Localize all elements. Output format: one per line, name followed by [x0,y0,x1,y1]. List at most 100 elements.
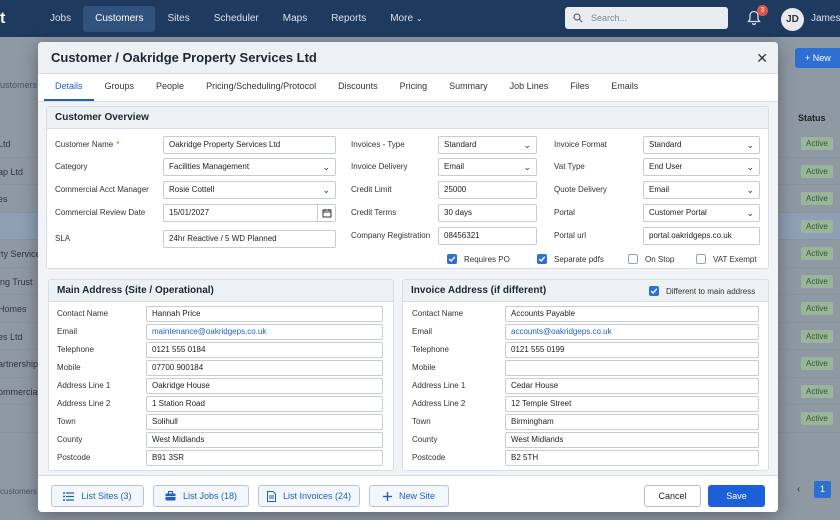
tab-people[interactable]: People [145,81,195,101]
invoice-telephone-label: Telephone [412,345,449,354]
avatar[interactable]: JD [781,8,804,31]
chevron-down-icon: ⌄ [523,162,531,172]
chevron-down-icon: ⌄ [322,162,330,172]
nav-item-scheduler[interactable]: Scheduler [202,6,271,32]
row-name: es [0,194,8,204]
portal-url-label: Portal url [554,231,587,240]
new-customer-button[interactable]: + New [795,48,840,68]
review-date-label: Commercial Review Date [55,208,146,217]
checkbox-checked-icon [447,254,457,264]
invoice-telephone-field[interactable]: 0121 555 0199 [505,342,759,358]
list-sites-button[interactable]: List Sites (3) [51,485,144,507]
tab-discounts[interactable]: Discounts [327,81,389,101]
review-date-field[interactable]: 15/01/2027 [163,204,336,222]
company-reg-label: Company Registration [351,231,431,240]
invoice-contact-name-label: Contact Name [412,309,464,318]
requires-po-label: Requires PO [464,254,510,264]
tab-job-lines[interactable]: Job Lines [499,81,560,101]
row-name: Ltd [0,139,11,149]
save-button[interactable]: Save [708,485,765,507]
main-email-field[interactable]: maintenance@oakridgeps.co.uk [146,324,383,340]
status-badge: Active [801,219,833,233]
main-telephone-field[interactable]: 0121 555 0184 [146,342,383,358]
user-name[interactable]: James [811,13,840,24]
invoice-address-line1-field[interactable]: Cedar House [505,378,759,394]
tab-details[interactable]: Details [44,81,94,101]
category-select[interactable]: Facilities Management ⌄ [163,158,336,176]
tab-files[interactable]: Files [559,81,600,101]
invoice-mobile-field[interactable] [505,360,759,376]
main-town-field[interactable]: Solihull [146,414,383,430]
tab-emails[interactable]: Emails [600,81,649,101]
nav-item-reports[interactable]: Reports [319,6,378,32]
invoice-address-section: Invoice Address (if different) Different… [402,279,769,471]
invoice-town-label: Town [412,417,431,426]
requires-po-checkbox[interactable]: Requires PO [447,254,510,264]
sla-label: SLA [55,234,71,243]
new-site-button[interactable]: New Site [369,485,449,507]
chevron-down-icon: ⌄ [416,13,423,23]
main-address-line1-field[interactable]: Oakridge House [146,378,383,394]
portal-select[interactable]: Customer Portal ⌄ [643,204,760,222]
tab-summary[interactable]: Summary [438,81,499,101]
main-address-line2-field[interactable]: 1 Station Road [146,396,383,412]
vat-exempt-checkbox[interactable]: VAT Exempt [696,254,757,264]
invoice-mobile-label: Mobile [412,363,436,372]
account-manager-select[interactable]: Rosie Cottell ⌄ [163,181,336,199]
tab-pricing[interactable]: Pricing [389,81,439,101]
invoice-contact-name-field[interactable]: Accounts Payable [505,306,759,322]
invoice-county-field[interactable]: West Midlands [505,432,759,448]
invoice-address-line2-field[interactable]: 12 Temple Street [505,396,759,412]
quote-delivery-select[interactable]: Email ⌄ [643,181,760,199]
invoice-format-select[interactable]: Standard ⌄ [643,136,760,154]
vat-type-select[interactable]: End User ⌄ [643,158,760,176]
invoice-email-field[interactable]: accounts@oakridgeps.co.uk [505,324,759,340]
status-badge: Active [801,247,833,260]
background-footer-text: customers [0,487,37,496]
main-contact-name-field[interactable]: Hannah Price [146,306,383,322]
list-invoices-label: List Invoices (24) [282,491,352,501]
row-name: es Ltd [0,331,23,342]
invoice-postcode-field[interactable]: B2 5TH [505,450,759,466]
status-badge: Active [801,412,833,425]
tab-groups[interactable]: Groups [94,81,146,101]
invoice-delivery-select[interactable]: Email ⌄ [438,158,537,176]
modal-footer: List Sites (3) List Jobs (18) List Invoi… [38,475,778,512]
nav-item-maps[interactable]: Maps [271,6,319,32]
nav-item-jobs[interactable]: Jobs [38,6,83,32]
invoice-town-field[interactable]: Birmingham [505,414,759,430]
chevron-left-icon[interactable]: ‹ [797,484,800,495]
close-icon[interactable]: ✕ [756,50,768,67]
invoices-type-select[interactable]: Standard ⌄ [438,136,537,154]
company-reg-field[interactable]: 08456321 [438,227,537,245]
main-postcode-field[interactable]: B91 3SR [146,450,383,466]
invoice-address-line2-label: Address Line 2 [412,399,466,408]
app-logo[interactable]: t [0,10,38,28]
portal-url-field[interactable]: portal.oakridgeps.co.uk [643,227,760,245]
tab-pricing-scheduling-protocol[interactable]: Pricing/Scheduling/Protocol [195,81,327,101]
calendar-icon[interactable] [317,205,335,221]
customer-name-field[interactable]: Oakridge Property Services Ltd [163,136,336,154]
invoice-county-label: County [412,435,438,444]
checkbox-unchecked-icon [628,254,638,264]
pagination-current-page[interactable]: 1 [814,481,831,498]
invoice-delivery-label: Invoice Delivery [351,162,408,171]
separate-pdfs-checkbox[interactable]: Separate pdfs [537,254,604,264]
credit-terms-field[interactable]: 30 days [438,204,537,222]
section-title: Main Address (Site / Operational) [49,280,393,302]
nav-item-sites[interactable]: Sites [155,6,201,32]
cancel-button[interactable]: Cancel [644,485,701,507]
search-input[interactable]: Search... [565,7,728,29]
credit-limit-field[interactable]: 25000 [438,181,537,199]
different-address-checkbox[interactable]: Different to main address [649,286,755,296]
list-jobs-button[interactable]: List Jobs (18) [153,485,249,507]
document-icon [266,490,276,502]
list-invoices-button[interactable]: List Invoices (24) [258,485,360,507]
sla-field[interactable]: 24hr Reactive / 5 WD Planned [163,230,336,248]
main-county-field[interactable]: West Midlands [146,432,383,448]
nav-item-more[interactable]: More ⌄ [378,6,435,32]
on-stop-checkbox[interactable]: On Stop [628,254,674,264]
status-badge: Active [801,164,833,178]
nav-item-customers[interactable]: Customers [83,5,156,32]
main-mobile-field[interactable]: 07700 900184 [146,360,383,376]
